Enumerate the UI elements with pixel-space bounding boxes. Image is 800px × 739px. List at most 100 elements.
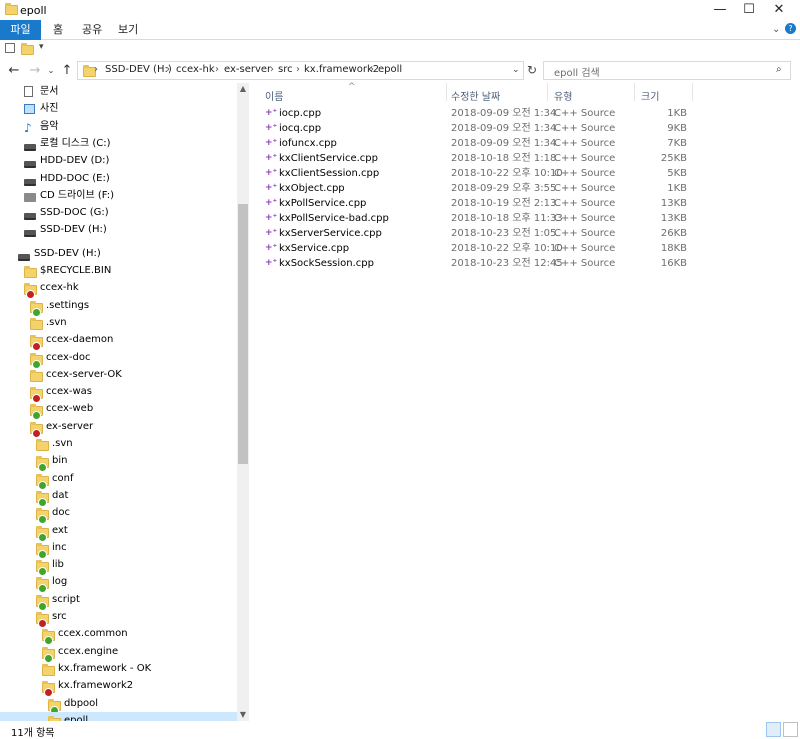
nav-item[interactable]: ccex-doc xyxy=(0,349,237,369)
nav-item[interactable]: kx.framework - OK xyxy=(0,660,237,677)
back-arrow-icon[interactable]: ← xyxy=(6,62,22,80)
address-bar[interactable]: › SSD-DEV (H:) › ccex-hk › ex-server › s… xyxy=(77,61,524,80)
nav-item[interactable]: ccex-hk xyxy=(0,279,237,300)
cpp-file-icon: +⁺ xyxy=(265,213,278,223)
tab-share[interactable]: 공유 xyxy=(73,20,111,40)
column-divider[interactable] xyxy=(634,83,635,101)
scrollbar-thumb[interactable] xyxy=(238,204,248,464)
column-header-type[interactable]: 유형 xyxy=(554,88,572,103)
nav-item[interactable]: script xyxy=(0,591,237,611)
breadcrumb-epoll[interactable]: epoll xyxy=(378,64,402,75)
nav-item[interactable]: epoll xyxy=(0,711,237,721)
nav-item[interactable]: ccex-web xyxy=(0,400,237,421)
file-name: iofuncx.cpp xyxy=(279,138,337,149)
nav-item[interactable]: HDD-DOC (E:) xyxy=(0,170,237,187)
column-header-name[interactable]: 이름 xyxy=(265,88,283,103)
nav-item[interactable]: kx.framework2 xyxy=(0,677,237,698)
file-date: 2018-10-18 오전 1:18 xyxy=(451,153,557,164)
column-header-modified[interactable]: 수정한 날짜 xyxy=(451,88,500,103)
nav-item[interactable]: src xyxy=(0,608,237,628)
nav-item-label: SSD-DOC (G:) xyxy=(40,207,109,219)
nav-item[interactable]: SSD-DEV (H:) xyxy=(0,245,237,262)
nav-item[interactable]: SSD-DEV (H:) xyxy=(0,221,237,238)
breadcrumb-src[interactable]: src xyxy=(278,64,293,75)
nav-item[interactable]: ext xyxy=(0,522,237,542)
file-row[interactable]: +⁺ kxSockSession.cpp 2018-10-23 오전 12:45 C+… xyxy=(265,256,695,271)
scroll-down-icon[interactable]: ▼ xyxy=(237,709,249,721)
nav-item[interactable]: ♪ 음악 xyxy=(0,118,237,135)
file-type: C++ Source xyxy=(554,258,616,269)
file-row[interactable]: +⁺ kxPollService.cpp 2018-10-19 오전 2:13 C++… xyxy=(265,196,695,211)
tab-home[interactable]: 홈 xyxy=(44,20,72,40)
nav-item[interactable]: dbpool xyxy=(0,695,237,715)
search-box[interactable]: epoll 검색 ⌕ xyxy=(543,61,791,80)
nav-item[interactable]: 사진 xyxy=(0,100,237,117)
nav-item[interactable]: .settings xyxy=(0,297,237,317)
column-divider[interactable] xyxy=(692,83,693,101)
large-icons-view-icon[interactable] xyxy=(783,722,798,737)
breadcrumb-ex-server[interactable]: ex-server xyxy=(224,64,271,75)
nav-item[interactable]: ccex.engine xyxy=(0,643,237,663)
tab-view[interactable]: 보기 xyxy=(109,20,147,40)
nav-item[interactable]: HDD-DEV (D:) xyxy=(0,152,237,169)
nav-item[interactable]: ex-server xyxy=(0,418,237,438)
nav-item[interactable]: ccex-was xyxy=(0,383,237,404)
nav-item[interactable]: 로컬 디스크 (C:) xyxy=(0,135,237,152)
nav-item[interactable]: CD 드라이브 (F:) xyxy=(0,187,237,204)
up-arrow-icon[interactable]: ↑ xyxy=(59,62,75,80)
nav-item[interactable]: ccex.common xyxy=(0,625,237,646)
nav-item[interactable]: 문서 xyxy=(0,83,237,100)
file-row[interactable]: +⁺ iofuncx.cpp 2018-09-09 오전 1:34 C++ Sourc… xyxy=(265,136,695,151)
file-name: kxServerService.cpp xyxy=(279,228,382,239)
help-icon[interactable]: ? xyxy=(785,23,796,34)
nav-item[interactable]: bin xyxy=(0,452,237,473)
chevron-down-icon[interactable]: ⌄ xyxy=(772,24,780,35)
breadcrumb-ccex-hk[interactable]: ccex-hk xyxy=(176,64,215,75)
nav-item[interactable]: $RECYCLE.BIN xyxy=(0,262,237,279)
new-folder-icon[interactable] xyxy=(21,43,34,55)
nav-item[interactable]: lib xyxy=(0,556,237,577)
file-row[interactable]: +⁺ iocp.cpp 2018-09-09 오전 1:34 C++ Source 1K… xyxy=(265,106,695,121)
maximize-button[interactable]: ☐ xyxy=(732,0,766,20)
customize-dropdown-icon[interactable]: ▾ xyxy=(39,42,44,52)
details-view-icon[interactable] xyxy=(766,722,781,737)
column-divider[interactable] xyxy=(547,83,548,101)
properties-icon[interactable] xyxy=(5,43,15,53)
address-dropdown-icon[interactable]: ⌄ xyxy=(512,65,520,75)
nav-item[interactable]: ccex-server-OK xyxy=(0,366,237,383)
file-row[interactable]: +⁺ kxClientService.cpp 2018-10-18 오전 1:18 C… xyxy=(265,151,695,166)
file-date: 2018-10-19 오전 2:13 xyxy=(451,198,557,209)
nav-item[interactable]: SSD-DOC (G:) xyxy=(0,204,237,221)
file-row[interactable]: +⁺ iocq.cpp 2018-09-09 오전 1:34 C++ Source 9K… xyxy=(265,121,695,136)
nav-item[interactable]: conf xyxy=(0,470,237,490)
nav-item[interactable]: .svn xyxy=(0,435,237,452)
nav-item[interactable]: inc xyxy=(0,539,237,559)
nav-item[interactable]: doc xyxy=(0,504,237,525)
file-row[interactable]: +⁺ kxService.cpp 2018-10-22 오후 10:10 C++ So… xyxy=(265,241,695,256)
column-header-size[interactable]: 크기 xyxy=(641,88,659,103)
file-row[interactable]: +⁺ kxPollService-bad.cpp 2018-10-18 오후 11:… xyxy=(265,211,695,226)
column-divider[interactable] xyxy=(446,83,447,101)
scroll-up-icon[interactable]: ▲ xyxy=(237,83,249,95)
forward-arrow-icon[interactable]: → xyxy=(27,62,43,80)
nav-item[interactable]: ccex-daemon xyxy=(0,331,237,352)
nav-item-label: log xyxy=(52,576,68,588)
breadcrumb-drive[interactable]: SSD-DEV (H:) xyxy=(105,64,172,75)
nav-item[interactable]: log xyxy=(0,573,237,594)
tab-file[interactable]: 파일 xyxy=(0,20,41,40)
nav-scrollbar[interactable]: ▲ ▼ xyxy=(237,83,249,721)
file-row[interactable]: +⁺ kxObject.cpp 2018-09-29 오후 3:55 C++ Sour… xyxy=(265,181,695,196)
search-icon[interactable]: ⌕ xyxy=(776,64,782,75)
close-button[interactable]: ✕ xyxy=(762,0,796,20)
refresh-icon[interactable]: ↻ xyxy=(527,63,537,77)
recent-dropdown-icon[interactable]: ⌄ xyxy=(43,62,59,80)
file-row[interactable]: +⁺ kxClientSession.cpp 2018-10-22 오후 10:10… xyxy=(265,166,695,181)
nav-item[interactable]: dat xyxy=(0,487,237,507)
file-row[interactable]: +⁺ kxServerService.cpp 2018-10-23 오전 1:05 C… xyxy=(265,226,695,241)
nav-item-label: ccex-hk xyxy=(40,282,79,294)
nav-item-label: lib xyxy=(52,559,64,571)
breadcrumb-kx-framework2[interactable]: kx.framework2 xyxy=(304,64,379,75)
nav-item-label: CD 드라이브 (F:) xyxy=(40,189,114,201)
nav-item[interactable]: .svn xyxy=(0,314,237,331)
file-size: 1KB xyxy=(667,108,687,119)
